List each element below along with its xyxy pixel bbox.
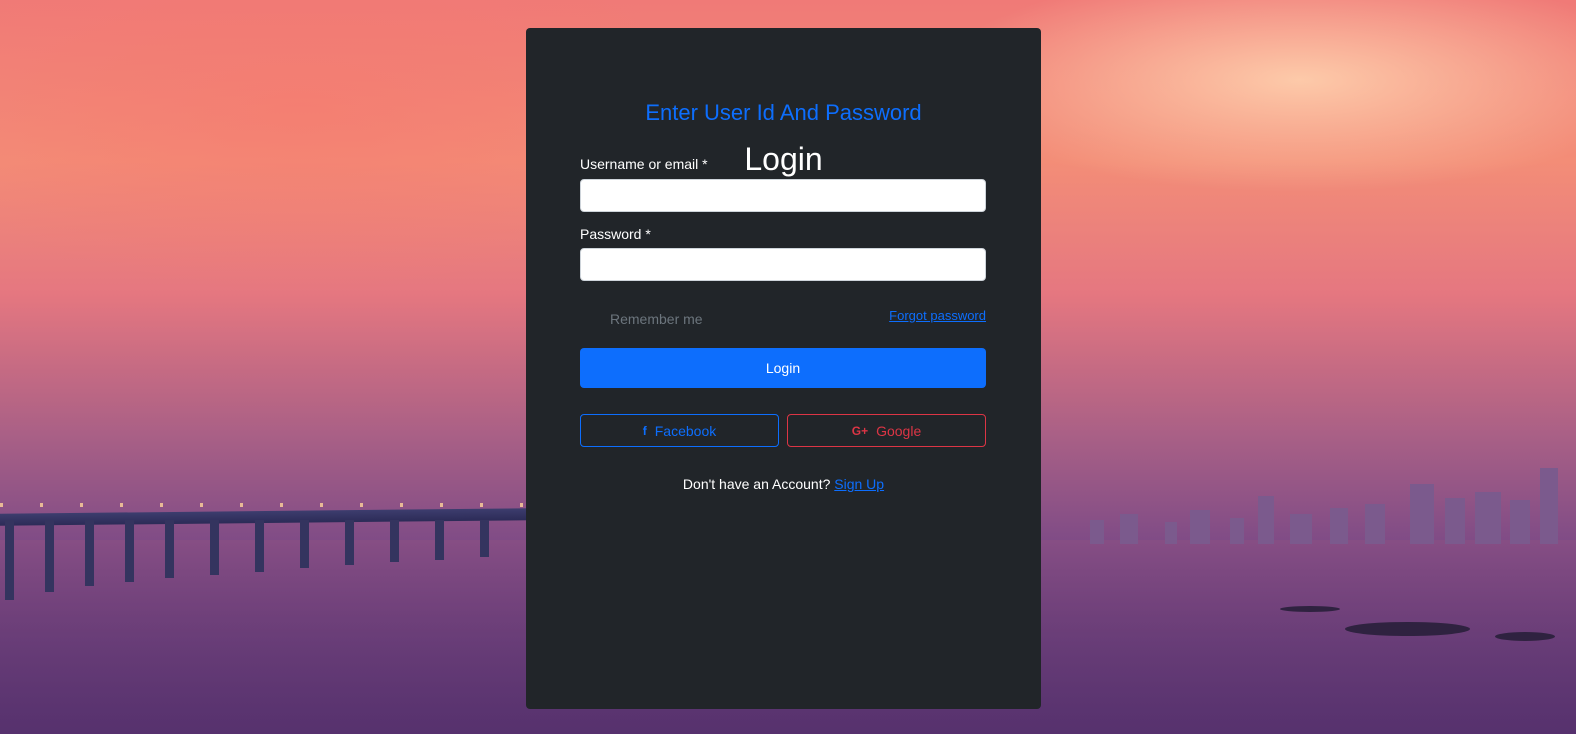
facebook-button[interactable]: f Facebook [580,414,779,447]
city-building [1290,514,1312,544]
bridge-pillar [255,520,264,572]
username-label: Username or email * [580,156,708,172]
bridge-pillar [435,520,444,560]
password-label: Password * [580,226,651,242]
username-input[interactable] [580,179,986,212]
google-button-label: Google [876,422,922,439]
login-card: Enter User Id And Password Login Usernam… [526,28,1041,709]
card-subtitle: Enter User Id And Password [645,100,922,125]
city-building [1510,500,1530,544]
facebook-button-label: Facebook [654,422,717,439]
bridge-pillar [85,520,94,586]
city-building [1445,498,1465,544]
forgot-password-link[interactable]: Forgot password [889,308,986,323]
city-building [1330,508,1348,544]
bridge-lights [0,503,530,507]
signup-link[interactable]: Sign Up [834,476,884,492]
city-building [1090,520,1104,544]
bridge-pillar [165,520,174,578]
bridge-pillar [5,520,14,600]
bridge-pillar [210,520,219,575]
city-building [1120,514,1138,544]
bridge-pillar [480,520,489,557]
google-plus-icon: G+ [851,423,869,438]
signup-prompt: Don't have an Account? [682,476,831,492]
login-button[interactable]: Login [580,348,986,388]
password-input[interactable] [580,248,986,281]
facebook-icon: f [642,423,647,438]
rock [1345,622,1470,636]
rock [1280,606,1340,612]
bridge-pillar [45,520,54,592]
city-building [1165,522,1177,544]
city-building [1190,510,1210,544]
bridge [0,508,530,526]
bridge-pillar [300,520,309,568]
bridge-pillar [125,520,134,582]
signup-row: Don't have an Account? Sign Up [526,476,1041,492]
city-building [1258,496,1274,544]
city-building [1475,492,1501,544]
bridge-pillar [390,520,399,562]
city-building [1365,504,1385,544]
rock [1495,632,1555,641]
city-building [1230,518,1244,544]
city-building [1540,468,1558,544]
city-building [1410,484,1434,544]
remember-me-label[interactable]: Remember me [610,311,703,327]
bridge-pillar [345,520,354,565]
google-button[interactable]: G+ Google [787,414,986,447]
